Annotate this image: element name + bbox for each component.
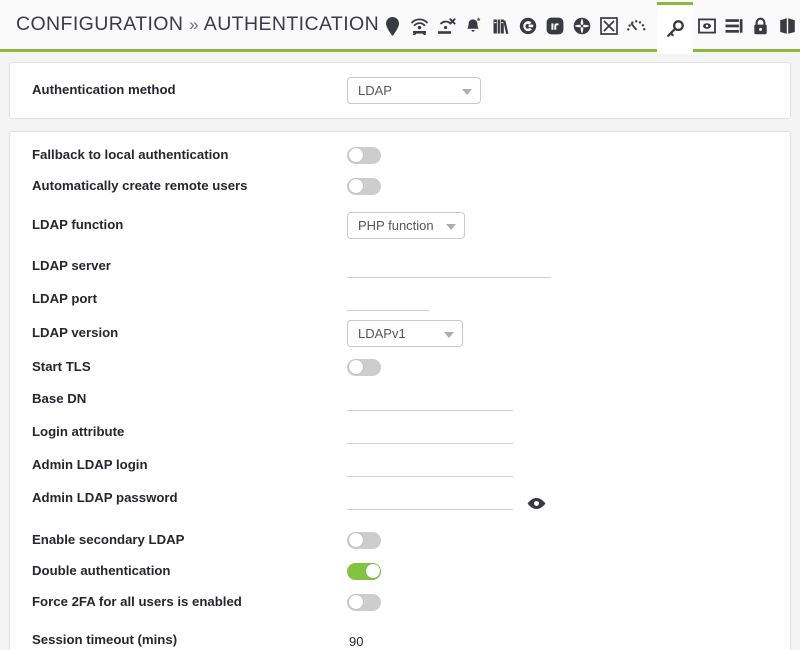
row-start-tls: Start TLS <box>10 356 790 378</box>
fallback-local-authentication-label: Fallback to local authentication <box>32 146 229 162</box>
fallback-local-authentication-toggle[interactable] <box>347 146 381 164</box>
page-header: CONFIGURATION » AUTHENTICATION <box>0 0 800 54</box>
network-disabled-icon[interactable] <box>433 2 460 51</box>
row-enable-secondary-ldap: Enable secondary LDAP <box>10 529 790 551</box>
force-2fa-toggle[interactable] <box>347 593 381 611</box>
display-eye-icon[interactable] <box>693 2 720 51</box>
row-ldap-server: LDAP server <box>10 254 790 278</box>
row-ldap-version: LDAP version LDAPv1 <box>10 320 790 347</box>
circle-edge-icon[interactable] <box>514 2 541 51</box>
chevron-down-icon <box>444 331 454 338</box>
start-tls-toggle[interactable] <box>347 358 381 376</box>
library-books-icon[interactable] <box>487 2 514 51</box>
admin-ldap-login-label: Admin LDAP login <box>32 456 148 472</box>
admin-ldap-password-input[interactable] <box>347 490 513 510</box>
key-icon[interactable] <box>657 1 694 54</box>
auto-create-remote-users-toggle[interactable] <box>347 177 381 195</box>
list-lines-icon[interactable] <box>720 2 747 51</box>
breadcrumb-root: CONFIGURATION <box>16 13 184 35</box>
alert-bell-icon[interactable] <box>460 2 487 51</box>
ldap-version-select[interactable]: LDAPv1 <box>347 320 463 347</box>
row-authentication-method: Authentication method LDAP <box>10 77 790 104</box>
row-admin-ldap-login: Admin LDAP login <box>10 453 790 477</box>
row-auto-create-remote-users: Automatically create remote users <box>10 175 790 197</box>
ldap-function-value: PHP function <box>358 218 434 233</box>
ldap-version-value: LDAPv1 <box>358 326 406 341</box>
double-authentication-label: Double authentication <box>32 562 171 578</box>
ldap-port-input[interactable] <box>347 291 429 311</box>
login-attribute-input[interactable] <box>347 424 513 444</box>
enable-secondary-ldap-label: Enable secondary LDAP <box>32 531 185 547</box>
row-force-2fa: Force 2FA for all users is enabled <box>10 591 790 613</box>
authentication-method-select[interactable]: LDAP <box>347 77 481 104</box>
rounded-square-icon[interactable] <box>541 2 568 51</box>
boxed-chart-icon[interactable] <box>595 2 622 51</box>
lock-icon[interactable] <box>747 2 774 51</box>
ldap-server-input[interactable] <box>347 258 551 278</box>
eye-icon[interactable] <box>527 497 546 510</box>
page-title: CONFIGURATION » AUTHENTICATION <box>0 13 379 36</box>
row-admin-ldap-password: Admin LDAP password <box>10 486 790 510</box>
expand-cross-icon[interactable] <box>568 2 595 51</box>
ldap-version-label: LDAP version <box>32 325 119 341</box>
row-base-dn: Base DN <box>10 387 790 411</box>
chevron-down-icon <box>446 223 456 230</box>
row-double-authentication: Double authentication <box>10 560 790 582</box>
chevron-down-icon <box>462 88 472 95</box>
row-ldap-function: LDAP function PHP function <box>10 212 790 239</box>
admin-ldap-login-input[interactable] <box>347 457 513 477</box>
ldap-server-label: LDAP server <box>32 257 111 273</box>
book-open-icon[interactable] <box>774 2 800 51</box>
auto-create-remote-users-label: Automatically create remote users <box>32 177 248 193</box>
force-2fa-label: Force 2FA for all users is enabled <box>32 593 242 609</box>
authentication-method-value: LDAP <box>358 83 392 98</box>
ldap-settings-panel: Fallback to local authentication Automat… <box>9 131 791 650</box>
row-fallback-local-authentication: Fallback to local authentication <box>10 144 790 166</box>
admin-ldap-password-label: Admin LDAP password <box>32 489 178 505</box>
session-timeout-input[interactable] <box>347 632 435 650</box>
authentication-method-label: Authentication method <box>32 82 176 98</box>
enable-secondary-ldap-toggle[interactable] <box>347 531 381 549</box>
row-session-timeout: Session timeout (mins) <box>10 628 790 650</box>
breadcrumb-separator: » <box>189 15 200 34</box>
breadcrumb-current: AUTHENTICATION <box>203 13 380 35</box>
row-login-attribute: Login attribute <box>10 420 790 444</box>
row-ldap-port: LDAP port <box>10 287 790 311</box>
wireless-network-icon[interactable] <box>406 2 433 51</box>
ldap-port-label: LDAP port <box>32 290 97 306</box>
double-authentication-toggle[interactable] <box>347 562 381 580</box>
page-content: Authentication method LDAP Fallback to l… <box>0 52 800 650</box>
authentication-method-panel: Authentication method LDAP <box>9 62 791 119</box>
base-dn-input[interactable] <box>347 391 513 411</box>
start-tls-label: Start TLS <box>32 358 91 374</box>
session-timeout-label: Session timeout (mins) <box>32 631 178 647</box>
dotted-arc-icon[interactable] <box>622 2 649 51</box>
location-pin-icon[interactable] <box>379 2 406 51</box>
top-navigation-icon-bar <box>379 0 800 54</box>
base-dn-label: Base DN <box>32 390 87 406</box>
ldap-function-select[interactable]: PHP function <box>347 212 465 239</box>
login-attribute-label: Login attribute <box>32 423 125 439</box>
ldap-function-label: LDAP function <box>32 217 124 233</box>
